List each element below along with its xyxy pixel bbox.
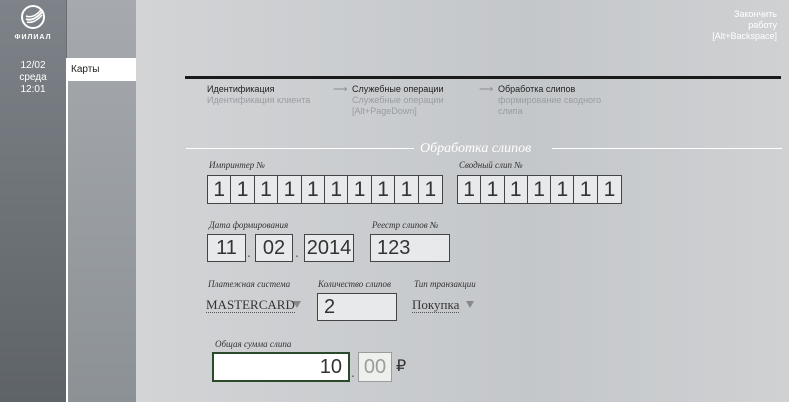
step-subtitle: Идентификация клиента (207, 95, 311, 105)
step-title: Идентификация (207, 84, 275, 94)
digit-cell: 1 (208, 176, 232, 203)
finish-shortcut: [Alt+Backspace] (712, 31, 777, 41)
step-shortcut: [Alt+PageDown] (352, 106, 417, 116)
digit-cell: 1 (458, 176, 482, 203)
total-amount-label: Общая сумма слипа (215, 339, 292, 349)
slip-count-label: Количество слипов (318, 279, 391, 289)
finish-work-button[interactable]: Закончить работу [Alt+Backspace] (687, 9, 777, 42)
registry-input[interactable]: 123 (370, 234, 450, 262)
top-divider (185, 76, 781, 79)
digit-cell: 1 (505, 176, 528, 203)
date-separator: . (295, 244, 299, 260)
digit-cell: 1 (231, 176, 255, 203)
section-title: Обработка слипов (420, 141, 532, 156)
summary-slip-label: Сводный слип № (459, 160, 523, 170)
digit-cell: 1 (395, 176, 419, 203)
date-day-input[interactable]: 11 (207, 234, 246, 262)
digit-cell: 1 (325, 176, 349, 203)
nav-divider (66, 81, 68, 402)
digit-cell: 1 (574, 176, 598, 203)
digit-cell: 1 (424, 178, 437, 201)
digit-cell: 1 (603, 178, 616, 201)
digit-cell: 1 (302, 176, 326, 203)
step-title: Служебные операции (352, 84, 444, 94)
transaction-type-select[interactable]: Покупка (412, 298, 460, 313)
time-text: 12:01 (20, 84, 46, 95)
chevron-down-icon[interactable] (466, 301, 474, 308)
left-rail: ФИЛИАЛ 12/02 среда 12:01 (0, 0, 66, 402)
chevron-down-icon[interactable] (293, 301, 301, 308)
imprinter-input[interactable]: 1 1 1 1 1 1 1 1 1 1 (207, 175, 443, 204)
step-subtitle: формирование сводного (498, 95, 602, 105)
slip-count-input[interactable]: 2 (317, 293, 397, 321)
logo-text: ФИЛИАЛ (14, 34, 52, 41)
total-cents-input[interactable]: 00 (358, 352, 392, 382)
date-month-input[interactable]: 02 (255, 234, 293, 262)
digit-cell: 1 (528, 176, 552, 203)
transaction-type-label: Тип транзакции (414, 279, 476, 289)
date-separator: . (247, 244, 251, 260)
digit-cell: 1 (551, 176, 575, 203)
step-title: Обработка слипов (498, 84, 576, 94)
logo: ФИЛИАЛ (0, 4, 66, 41)
weekday-text: среда (19, 72, 47, 83)
step-identification[interactable]: Идентификация Идентификация клиента (207, 84, 310, 106)
section-line-right (552, 148, 782, 149)
finish-line1: Закончить (734, 9, 777, 19)
bank-logo-icon (21, 5, 45, 29)
datetime: 12/02 среда 12:01 (0, 60, 66, 96)
step-slip-processing[interactable]: Обработка слипов формирование сводного с… (498, 84, 601, 117)
digit-cell: 1 (481, 176, 505, 203)
step-service-operations[interactable]: Служебные операции Служебные операции [A… (352, 84, 443, 117)
summary-slip-input[interactable]: 1 1 1 1 1 1 1 (457, 175, 622, 204)
payment-system-select[interactable]: MASTERCARD (206, 298, 295, 313)
ruble-icon: ₽ (396, 358, 407, 375)
total-amount-input[interactable]: 10 (212, 352, 350, 382)
digit-cell: 1 (372, 176, 396, 203)
arrow-icon: ⟶ (479, 84, 494, 95)
date-text: 12/02 (20, 60, 46, 71)
finish-line2: работу (748, 20, 777, 30)
date-label: Дата формирования (209, 220, 289, 230)
payment-system-label: Платежная система (208, 279, 291, 289)
digit-cell: 1 (348, 176, 372, 203)
digit-cell: 1 (255, 176, 279, 203)
digit-cell: 1 (278, 176, 302, 203)
step-subtitle-2: слипа (498, 106, 523, 116)
amount-separator: . (351, 364, 355, 380)
section-line-left (186, 148, 414, 149)
registry-label: Реестр слипов № (372, 220, 439, 230)
arrow-icon: ⟶ (333, 84, 348, 95)
step-subtitle: Служебные операции (352, 95, 444, 105)
date-year-input[interactable]: 2014 (304, 234, 354, 262)
imprinter-label: Импринтер № (209, 160, 265, 170)
